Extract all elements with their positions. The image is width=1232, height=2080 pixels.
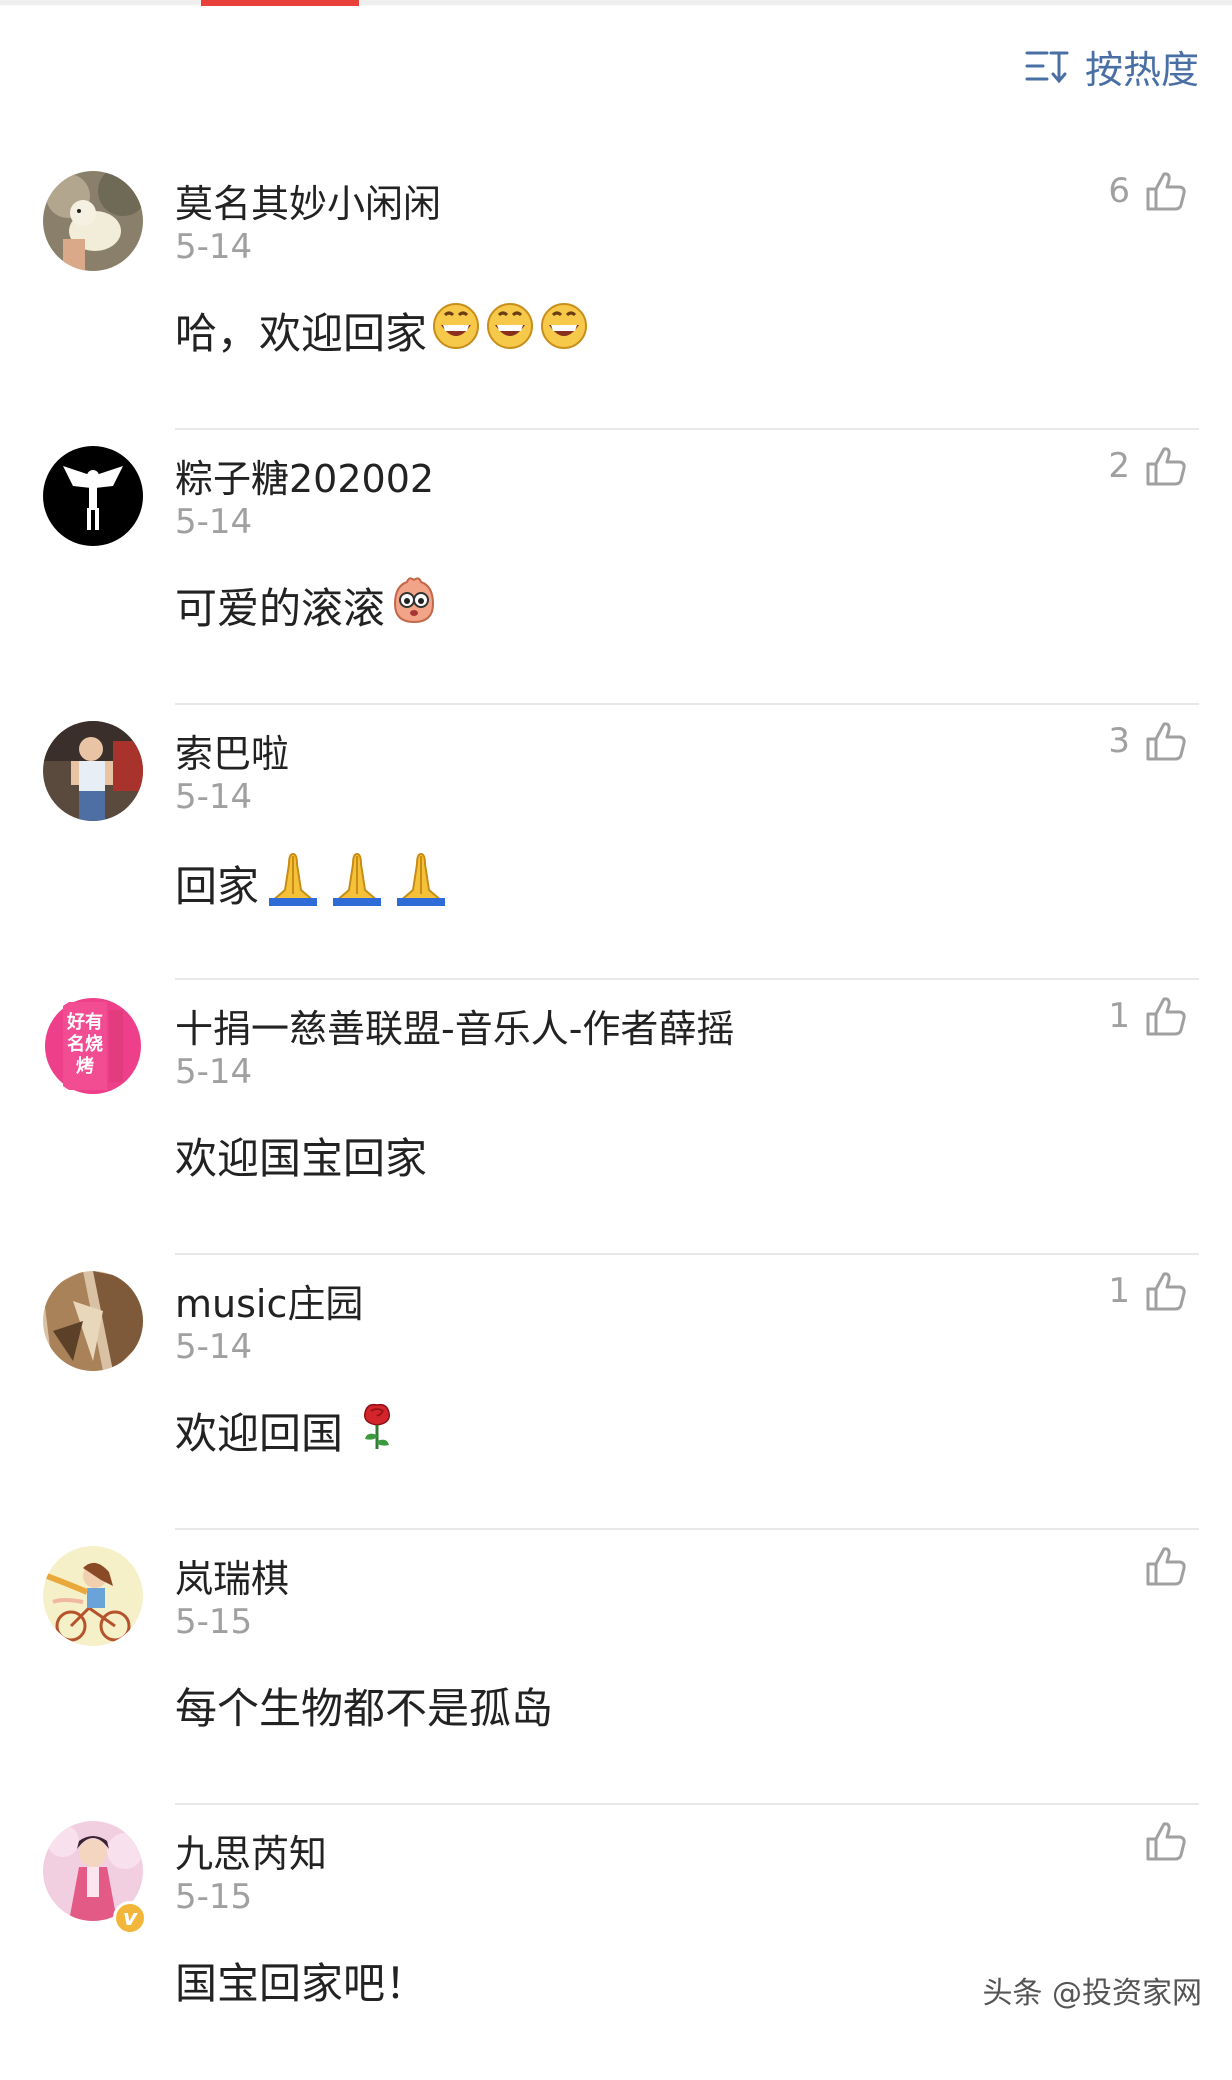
- sort-icon: [1025, 51, 1069, 84]
- avatar[interactable]: 好有 名烧 烤: [43, 996, 143, 1096]
- avatar-text: 名烧: [67, 1033, 103, 1055]
- comment-item: 好有 名烧 烤 十捐一慈善联盟-音乐人-作者薛摇 5-14 欢迎国宝回家 1: [0, 980, 1232, 1255]
- comment-item: v 九思芮知 5-15 国宝回家吧！: [0, 1805, 1232, 2080]
- like-button[interactable]: 1: [1108, 994, 1188, 1038]
- thumbs-up-icon: [1146, 1822, 1186, 1861]
- comment-body: 欢迎回国: [175, 1409, 344, 1458]
- comment-text: 哈，欢迎回家: [175, 300, 591, 361]
- avatar[interactable]: [43, 1546, 143, 1646]
- thumbs-up-icon: [1146, 997, 1186, 1036]
- avatar[interactable]: [43, 171, 143, 271]
- thumbs-up-icon: [1146, 447, 1186, 486]
- thumbs-up-icon: [1146, 1547, 1186, 1586]
- comment-item: 粽子糖202002 5-14 可爱的滚滚 2: [0, 430, 1232, 705]
- comment-text: 可爱的滚滚: [175, 575, 439, 636]
- avatar[interactable]: [43, 721, 143, 821]
- comment-body: 欢迎国宝回家: [175, 1134, 428, 1183]
- comment-list: 莫名其妙小闲闲 5-14 哈，欢迎回家 6 粽子糖202002 5-14 可爱的…: [0, 155, 1232, 2080]
- comment-body: 可爱的滚滚: [175, 584, 386, 633]
- username[interactable]: 九思芮知: [175, 1823, 327, 1878]
- comment-date: 5-14: [175, 777, 253, 817]
- comment-body: 国宝回家吧！: [175, 1959, 428, 2008]
- comment-body: 哈，欢迎回家: [175, 309, 428, 358]
- comment-body: 每个生物都不是孤岛: [175, 1684, 554, 1733]
- avatar-text: 好有: [66, 1011, 103, 1033]
- avatar[interactable]: [43, 1271, 143, 1371]
- comment-text: 欢迎国宝回家: [175, 1125, 427, 1186]
- comment-text: 回家: [175, 850, 453, 916]
- comment-item: 莫名其妙小闲闲 5-14 哈，欢迎回家 6: [0, 155, 1232, 430]
- like-count: 3: [1108, 721, 1130, 761]
- comment-text: 欢迎回国: [175, 1400, 397, 1461]
- like-button[interactable]: 3: [1108, 719, 1188, 763]
- like-count: 1: [1108, 1271, 1130, 1311]
- praying-hands-emoji: [263, 850, 453, 916]
- avatar[interactable]: [43, 446, 143, 546]
- thumbs-up-icon: [1146, 172, 1186, 211]
- comment-date: 5-15: [175, 1877, 253, 1917]
- comment-body: 回家: [175, 861, 260, 911]
- like-count: 1: [1108, 996, 1130, 1036]
- cute-face-emoji: [389, 576, 439, 636]
- like-button[interactable]: [1130, 1819, 1188, 1863]
- comment-date: 5-15: [175, 1602, 253, 1642]
- comment-item: 索巴啦 5-14 回家 3: [0, 705, 1232, 980]
- comment-text: 每个生物都不是孤岛: [175, 1675, 553, 1736]
- like-button[interactable]: 6: [1108, 169, 1188, 213]
- username[interactable]: 岚瑞棋: [175, 1548, 289, 1603]
- comment-date: 5-14: [175, 1052, 253, 1092]
- sort-label: 按热度: [1084, 47, 1199, 92]
- like-count: 2: [1108, 446, 1130, 486]
- username[interactable]: 索巴啦: [175, 723, 289, 778]
- comment-date: 5-14: [175, 502, 253, 542]
- sort-by-hot-button[interactable]: 按热度: [1025, 40, 1199, 92]
- username[interactable]: 粽子糖202002: [175, 448, 434, 503]
- watermark: 头条 @投资家网: [982, 1976, 1202, 2011]
- thumbs-up-icon: [1146, 1272, 1186, 1311]
- username[interactable]: 莫名其妙小闲闲: [175, 173, 441, 228]
- comment-item: 岚瑞棋 5-15 每个生物都不是孤岛: [0, 1530, 1232, 1805]
- like-count: 6: [1108, 171, 1130, 211]
- username[interactable]: music庄园: [175, 1273, 363, 1328]
- thumbs-up-icon: [1146, 722, 1186, 761]
- comment-text: 国宝回家吧！: [175, 1950, 427, 2011]
- avatar-text: 烤: [76, 1056, 94, 1077]
- like-button[interactable]: [1130, 1544, 1188, 1588]
- top-rule: [0, 0, 1232, 5]
- grinning-emoji: [431, 301, 591, 361]
- verified-badge-icon: v: [113, 1901, 147, 1935]
- comment-item: music庄园 5-14 欢迎回国 1: [0, 1255, 1232, 1530]
- comment-date: 5-14: [175, 227, 253, 267]
- like-button[interactable]: 1: [1108, 1269, 1188, 1313]
- username[interactable]: 十捐一慈善联盟-音乐人-作者薛摇: [175, 998, 734, 1053]
- rose-emoji: [357, 1401, 397, 1461]
- comment-date: 5-14: [175, 1327, 253, 1367]
- active-tab-indicator: [201, 0, 359, 6]
- like-button[interactable]: 2: [1108, 444, 1188, 488]
